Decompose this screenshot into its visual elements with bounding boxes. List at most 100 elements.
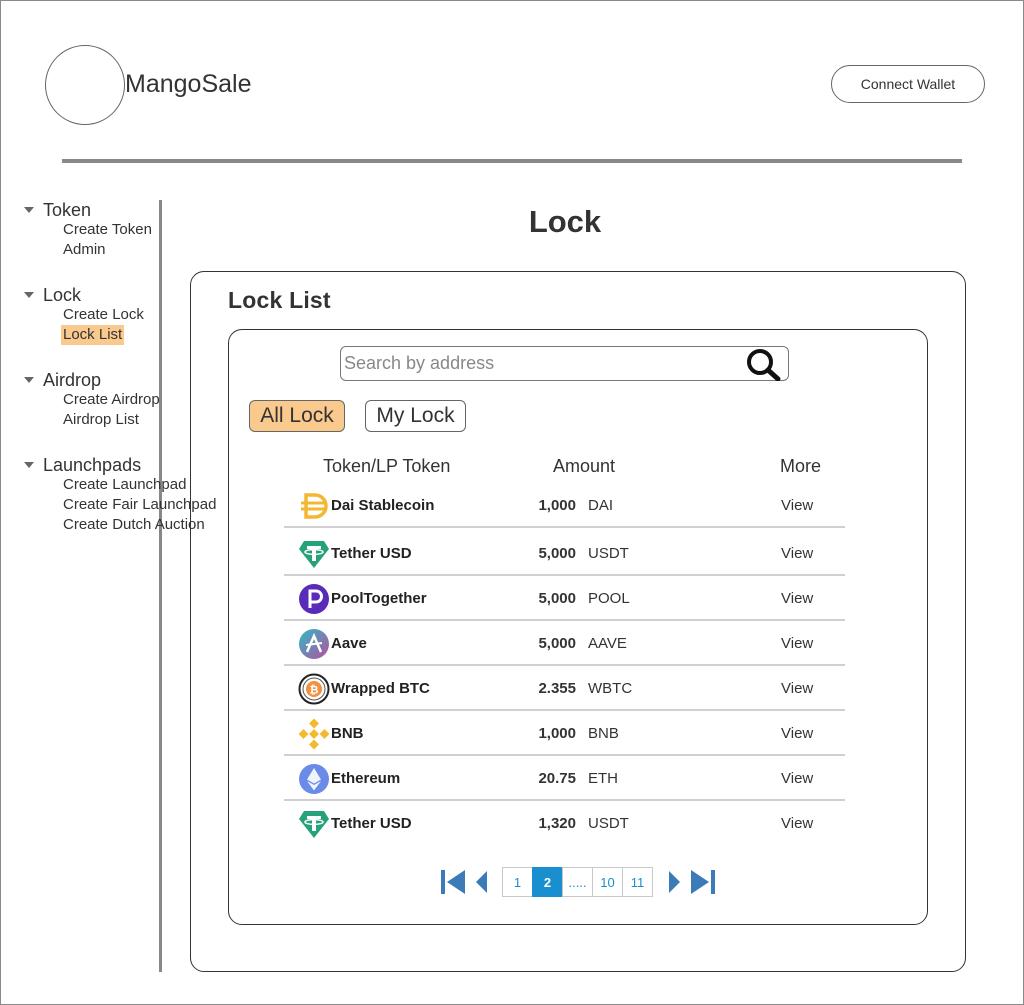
dai-icon xyxy=(301,493,328,519)
caret-down-icon xyxy=(24,377,34,383)
token-amount: 5,000 xyxy=(538,635,576,652)
header-divider xyxy=(62,159,962,163)
prev-page-icon[interactable] xyxy=(472,867,492,897)
sidebar-item-create-dutch-auction[interactable]: Create Dutch Auction xyxy=(61,515,207,535)
first-page-icon[interactable] xyxy=(438,867,468,897)
card-title: Lock List xyxy=(228,287,331,313)
token-symbol: DAI xyxy=(588,497,614,514)
token-amount: 1,320 xyxy=(538,815,576,832)
token-amount: 5,000 xyxy=(538,590,576,607)
sidebar-group-title: Token xyxy=(43,199,92,220)
brand-name: MangoSale xyxy=(125,70,252,98)
tether-icon xyxy=(299,541,329,568)
view-link[interactable]: View xyxy=(781,635,813,652)
table-row: Tether USD 1,320 USDT View xyxy=(284,802,845,846)
view-link[interactable]: View xyxy=(781,497,813,514)
bnb-icon xyxy=(298,718,330,750)
tab-all-lock[interactable]: All Lock xyxy=(249,400,345,432)
sidebar-item-lock-list[interactable]: Lock List xyxy=(61,325,125,345)
sidebar-divider xyxy=(159,200,162,972)
connect-wallet-button[interactable]: Connect Wallet xyxy=(831,65,985,103)
caret-down-icon xyxy=(24,462,34,468)
tether-icon xyxy=(299,811,329,838)
pooltogether-icon xyxy=(299,584,329,614)
table-row: Aave 5,000 AAVE View xyxy=(284,622,845,666)
token-amount: 2.355 xyxy=(538,680,576,697)
page-10-button[interactable]: 10 xyxy=(592,867,623,897)
row-divider xyxy=(284,526,845,528)
token-symbol: AAVE xyxy=(588,635,627,652)
table-row: PoolTogether 5,000 POOL View xyxy=(284,577,845,621)
sidebar-item-airdrop-list[interactable]: Airdrop List xyxy=(61,410,141,430)
search-icon[interactable] xyxy=(744,347,782,381)
view-link[interactable]: View xyxy=(781,590,813,607)
token-symbol: USDT xyxy=(588,545,629,562)
table-row: BNB 1,000 BNB View xyxy=(284,712,845,756)
token-name: Aave xyxy=(331,635,367,652)
token-name: BNB xyxy=(331,725,364,742)
svg-text:₿: ₿ xyxy=(310,684,319,697)
token-name: Wrapped BTC xyxy=(331,680,430,697)
wbtc-icon: ₿ xyxy=(298,673,330,705)
sidebar-group-lock[interactable]: Lock Create Lock Lock List xyxy=(24,284,144,345)
row-divider xyxy=(284,574,845,576)
token-amount: 5,000 xyxy=(538,545,576,562)
token-symbol: BNB xyxy=(588,725,619,742)
view-link[interactable]: View xyxy=(781,725,813,742)
row-divider xyxy=(284,619,845,621)
row-divider xyxy=(284,709,845,711)
token-symbol: POOL xyxy=(588,590,630,607)
sidebar-group-launchpads[interactable]: Launchpads Create Launchpad Create Fair … xyxy=(24,454,216,533)
table-row: Dai Stablecoin 1,000 DAI View xyxy=(284,484,845,528)
sidebar-group-title: Launchpads xyxy=(43,454,142,475)
page-1-button[interactable]: 1 xyxy=(502,867,533,897)
token-name: Dai Stablecoin xyxy=(331,497,435,514)
token-symbol: WBTC xyxy=(588,680,633,697)
column-header-more: More xyxy=(780,456,822,476)
last-page-icon[interactable] xyxy=(688,867,718,897)
search-box xyxy=(340,346,789,381)
sidebar-item-create-launchpad[interactable]: Create Launchpad xyxy=(61,475,188,495)
page-2-button[interactable]: 2 xyxy=(532,867,563,897)
logo-circle xyxy=(45,45,125,125)
token-name: Tether USD xyxy=(331,545,412,562)
token-amount: 1,000 xyxy=(538,497,576,514)
sidebar-item-admin[interactable]: Admin xyxy=(61,240,108,260)
column-header-amount: Amount xyxy=(553,456,616,476)
sidebar-item-create-token[interactable]: Create Token xyxy=(61,220,154,240)
token-name: PoolTogether xyxy=(331,590,427,607)
table-row: Tether USD 5,000 USDT View xyxy=(284,532,845,576)
table-row: ₿ Wrapped BTC 2.355 WBTC View xyxy=(284,667,845,711)
sidebar-group-title: Lock xyxy=(43,284,82,305)
row-divider xyxy=(284,754,845,756)
view-link[interactable]: View xyxy=(781,815,813,832)
token-symbol: ETH xyxy=(588,770,618,787)
tab-my-lock[interactable]: My Lock xyxy=(365,400,466,432)
token-name: Tether USD xyxy=(331,815,412,832)
table-row: Ethereum 20.75 ETH View xyxy=(284,757,845,801)
sidebar-item-create-airdrop[interactable]: Create Airdrop xyxy=(61,390,162,410)
page-title: Lock xyxy=(528,204,602,239)
sidebar-item-create-lock[interactable]: Create Lock xyxy=(61,305,146,325)
sidebar-group-airdrop[interactable]: Airdrop Create Airdrop Airdrop List xyxy=(24,369,160,428)
ethereum-icon xyxy=(299,764,329,794)
token-symbol: USDT xyxy=(588,815,629,832)
sidebar-group-title: Airdrop xyxy=(43,369,102,390)
token-amount: 20.75 xyxy=(538,770,576,787)
search-input[interactable] xyxy=(344,350,734,377)
view-link[interactable]: View xyxy=(781,545,813,562)
next-page-icon[interactable] xyxy=(664,867,684,897)
caret-down-icon xyxy=(24,292,34,298)
token-amount: 1,000 xyxy=(538,725,576,742)
row-divider xyxy=(284,664,845,666)
view-link[interactable]: View xyxy=(781,770,813,787)
token-name: Ethereum xyxy=(331,770,401,787)
column-header-token: Token/LP Token xyxy=(323,456,451,476)
sidebar-group-token[interactable]: Token Create Token Admin xyxy=(24,199,152,258)
page-ellipsis: ..... xyxy=(562,867,593,897)
page-numbers: 1 2 ..... 10 11 xyxy=(502,867,653,897)
row-divider xyxy=(284,799,845,801)
page-11-button[interactable]: 11 xyxy=(622,867,653,897)
caret-down-icon xyxy=(24,207,34,213)
view-link[interactable]: View xyxy=(781,680,813,697)
